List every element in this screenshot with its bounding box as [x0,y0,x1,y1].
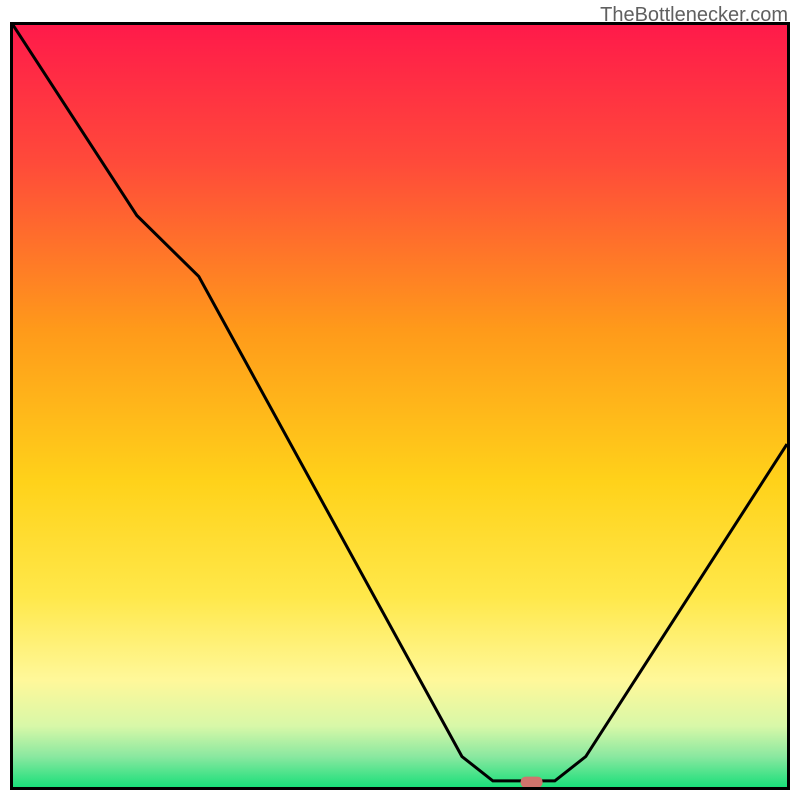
chart-frame [10,22,790,790]
watermark-text: TheBottlenecker.com [600,4,788,27]
optimal-marker [521,777,543,787]
gradient-background [13,25,787,787]
chart-svg [13,25,787,787]
